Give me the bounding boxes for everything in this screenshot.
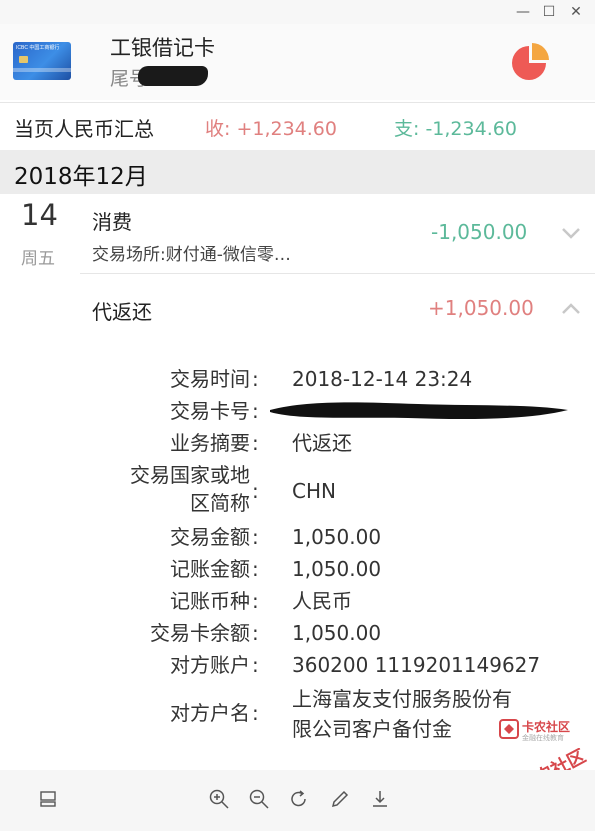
card-chip [19,56,28,63]
pie-chart-icon[interactable] [510,42,552,84]
card-bank-text: ICBC 中国工商银行 [16,45,60,51]
summary-income: 收: +1,234.60 [205,118,337,140]
redaction-mark [270,402,568,420]
transaction-title: 消费 [92,210,132,234]
refund-title: 代返还 [92,300,152,324]
detail-value: 上海富友支付服务股份有 [292,687,512,711]
detail-colon: : [252,525,259,549]
detail-value: 代返还 [292,431,352,455]
detail-value: 1,050.00 [292,525,382,549]
detail-value: CHN [292,479,336,503]
card-stripe [13,68,71,72]
detail-label: 交易金额 [170,525,250,549]
detail-label: 记账币种 [170,589,250,613]
window-titlebar: — ☐ ✕ [0,0,595,24]
card-header: ICBC 中国工商银行 工银借记卡 尾号 [0,24,595,100]
transaction-row[interactable]: 消费 交易场所:财付通-微信零… -1,050.00 [80,196,595,274]
month-label: 2018年12月 [14,164,148,190]
minimize-button[interactable]: — [513,2,533,22]
card-title: 工银借记卡 [110,36,215,60]
month-header: 2018年12月 [0,150,595,194]
summary-label: 当页人民币汇总 [14,117,154,141]
detail-colon: : [252,589,259,613]
transaction-day: 14 [21,198,58,232]
watermark-logo-icon [499,719,519,739]
summary-bar: 当页人民币汇总 收: +1,234.60 支: -1,234.60 [0,102,595,148]
detail-colon: : [252,701,259,725]
detail-label: 记账金额 [170,557,250,581]
redaction-mark [138,66,208,86]
detail-label: 交易卡余额 [150,621,250,645]
detail-value: 1,050.00 [292,621,382,645]
refund-row[interactable]: 代返还 +1,050.00 [80,276,595,340]
detail-label: 对方户名 [170,701,250,725]
transaction-subtitle: 交易场所:财付通-微信零… [92,245,291,265]
zoom-in-icon[interactable] [208,788,230,810]
card-image-icon: ICBC 中国工商银行 [13,42,71,80]
maximize-button[interactable]: ☐ [539,2,559,22]
rotate-icon[interactable] [288,788,310,810]
detail-colon: : [252,621,259,645]
detail-colon: : [252,653,259,677]
detail-label: 交易卡号 [170,399,250,423]
detail-label: 交易时间 [170,367,250,391]
detail-colon: : [252,399,259,423]
transaction-weekday: 周五 [21,249,55,269]
transaction-amount: -1,050.00 [431,220,528,244]
detail-value: 人民币 [292,589,352,613]
detail-label: 业务摘要 [170,431,250,455]
watermark-sub: 金融在线教育 [522,734,564,742]
detail-value: 1,050.00 [292,557,382,581]
detail-colon: : [252,479,259,503]
detail-label: 对方账户 [170,653,250,677]
detail-label: 交易国家或地 [130,463,250,487]
download-icon[interactable] [369,788,391,810]
detail-value: 2018-12-14 23:24 [292,367,473,391]
close-button[interactable]: ✕ [566,2,586,22]
bottom-toolbar [0,770,595,831]
detail-colon: : [252,367,259,391]
detail-colon: : [252,557,259,581]
detail-label: 区简称 [190,491,250,515]
refund-amount: +1,050.00 [428,296,534,320]
chevron-up-icon[interactable] [560,298,582,320]
summary-expense: 支: -1,234.60 [394,118,517,140]
detail-value: 360200 1119201149627 [292,653,541,677]
edit-icon[interactable] [329,788,351,810]
layout-icon[interactable] [37,788,59,810]
detail-value: 限公司客户备付金 [292,717,452,741]
chevron-down-icon[interactable] [560,222,582,244]
detail-colon: : [252,431,259,455]
zoom-out-icon[interactable] [248,788,270,810]
